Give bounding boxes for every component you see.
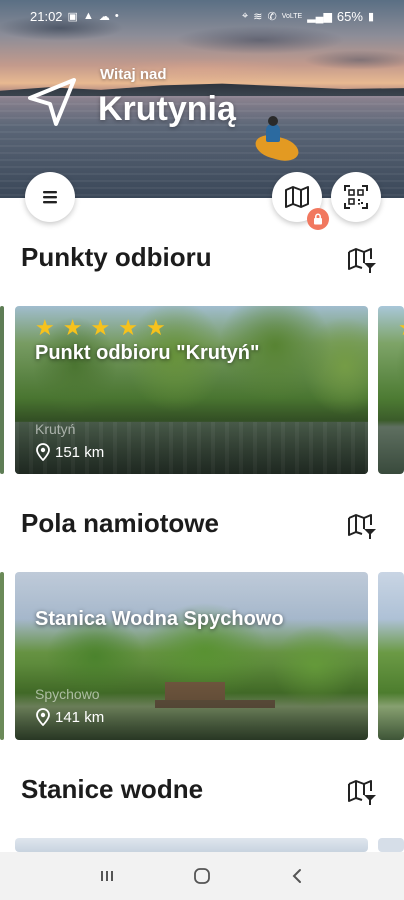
volte-icon: VoLTE xyxy=(281,12,303,20)
qr-scan-icon xyxy=(344,185,368,209)
gps-icon: ⌖ xyxy=(242,9,249,22)
system-nav-bar xyxy=(0,852,404,900)
call-icon: ✆ xyxy=(267,10,277,23)
distance-value: 141 km xyxy=(55,708,105,726)
hero-greeting: Witaj nad xyxy=(100,66,167,83)
qr-scan-button[interactable] xyxy=(331,172,381,222)
card-distance: 151 km xyxy=(35,443,104,461)
recent-apps-icon xyxy=(101,871,114,881)
wifi-icon: ≋ xyxy=(253,10,263,23)
next-card-peek[interactable] xyxy=(378,572,404,740)
dot-icon: • xyxy=(114,10,119,22)
map-filter-icon[interactable] xyxy=(346,778,378,808)
battery-icon: ▮ xyxy=(367,10,374,23)
mountain-icon: ▲ xyxy=(82,10,94,22)
previous-card-peek[interactable] xyxy=(0,572,4,740)
battery-level: 65% xyxy=(336,8,363,24)
signal-icon: ▂▄▆ xyxy=(307,10,332,23)
star-icon: ★ xyxy=(145,315,166,340)
hero-banner: 21:02 ▣ ▲ ☁ • ⌖ ≋ ✆ VoLTE ▂▄▆ 65% ▮ Wita… xyxy=(0,0,404,198)
section-title-water-stations: Stanice wodne xyxy=(21,774,204,804)
card-title: Stanica Wodna Spychowo xyxy=(35,608,284,630)
star-icon: ★ xyxy=(90,315,111,340)
card-place: Spychowo xyxy=(35,686,100,702)
section-title-pickup-points: Punkty odbioru xyxy=(21,242,212,272)
home-icon xyxy=(194,868,210,884)
water-station-card[interactable] xyxy=(15,838,368,852)
map-filter-icon[interactable] xyxy=(346,512,378,542)
cloud-icon: ☁ xyxy=(98,10,110,23)
pickup-point-card[interactable]: ★ ★ ★ ★ ★ Punkt odbioru "Krutyń" Krutyń … xyxy=(15,306,368,474)
next-card-peek[interactable]: ★ xyxy=(378,306,404,474)
lock-badge xyxy=(307,208,329,230)
status-bar: 21:02 ▣ ▲ ☁ • ⌖ ≋ ✆ VoLTE ▂▄▆ 65% ▮ xyxy=(0,0,404,32)
navigation-arrow-icon xyxy=(28,78,76,126)
hamburger-icon xyxy=(43,191,57,204)
card-title: Punkt odbioru "Krutyń" xyxy=(35,342,260,364)
hero-city-name: Krutynią xyxy=(98,90,236,128)
map-filter-icon[interactable] xyxy=(346,246,378,276)
lock-icon xyxy=(314,213,322,225)
distance-value: 151 km xyxy=(55,443,105,461)
status-time: 21:02 xyxy=(30,8,63,24)
star-icon: ★ xyxy=(62,315,83,340)
section-title-campsites: Pola namiotowe xyxy=(21,508,219,538)
location-pin-icon xyxy=(36,708,50,726)
campsite-card[interactable]: Stanica Wodna Spychowo Spychowo 141 km xyxy=(15,572,368,740)
back-button[interactable] xyxy=(277,856,317,896)
paddler-image xyxy=(266,124,280,142)
map-icon xyxy=(285,186,309,208)
rating-stars: ★ ★ ★ ★ ★ xyxy=(35,316,166,340)
star-icon: ★ xyxy=(118,315,138,340)
star-icon: ★ xyxy=(35,315,55,340)
star-icon: ★ xyxy=(398,316,404,340)
next-card-peek[interactable] xyxy=(378,838,404,852)
recent-apps-button[interactable] xyxy=(87,856,127,896)
location-pin-icon xyxy=(36,443,50,461)
menu-button[interactable] xyxy=(25,172,75,222)
paddler-head-image xyxy=(268,116,278,126)
previous-card-peek[interactable] xyxy=(0,306,4,474)
back-icon xyxy=(292,869,301,883)
home-button[interactable] xyxy=(182,856,222,896)
card-place: Krutyń xyxy=(35,421,76,437)
gallery-icon: ▣ xyxy=(67,10,78,23)
card-distance: 141 km xyxy=(35,708,104,726)
